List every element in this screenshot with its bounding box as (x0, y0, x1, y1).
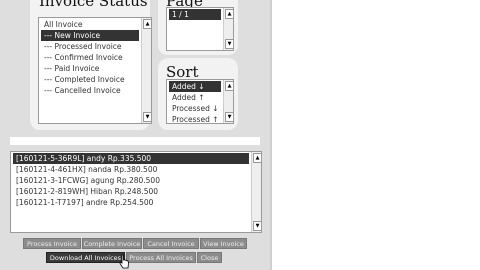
page-listbox[interactable]: ▲ ▼ 1 / 1 (166, 7, 234, 51)
status-list-item[interactable]: --- Completed Invoice (41, 74, 139, 85)
page-list-scrollbar[interactable]: ▲ ▼ (223, 8, 233, 50)
invoice-list-item[interactable]: [160121-3-1FCWG] agung Rp.280.500 (13, 175, 249, 186)
separator-bar (10, 137, 260, 145)
invoice-list-item[interactable]: [160121-1-T7197] andre Rp.254.500 (13, 197, 249, 208)
invoice-list-item[interactable]: [160121-4-461HX] nanda Rp.380.500 (13, 164, 249, 175)
scroll-down-arrow-icon[interactable]: ▼ (225, 112, 233, 122)
status-list-item[interactable]: --- Paid Invoice (41, 63, 139, 74)
scroll-down-arrow-icon[interactable]: ▼ (253, 221, 261, 231)
sort-list-item[interactable]: Processed ↓ (169, 103, 221, 114)
process-all-invoices-button[interactable]: Process All Invoices (126, 252, 196, 263)
invoice-listbox[interactable]: ▲ ▼ [160121-5-36R9L] andy Rp.335.500 [160… (10, 151, 262, 233)
invoice-list-item[interactable]: [160121-5-36R9L] andy Rp.335.500 (13, 153, 249, 164)
close-button[interactable]: Close (197, 252, 222, 263)
sort-listbox[interactable]: ▲ ▼ Added ↓ Added ↑ Processed ↓ Processed ↑ (166, 79, 234, 124)
status-list-scrollbar[interactable]: ▲ ▼ (141, 18, 151, 123)
status-list-item[interactable]: --- Processed Invoice (41, 41, 139, 52)
scroll-up-arrow-icon[interactable]: ▲ (253, 153, 261, 163)
status-list-item[interactable]: --- Cancelled Invoice (41, 85, 139, 96)
panel-border (270, 0, 272, 270)
invoice-status-listbox[interactable]: ▲ ▼ All Invoice --- New Invoice --- Proces… (38, 17, 152, 124)
view-invoice-button[interactable]: View Invoice (200, 238, 247, 249)
sort-list-item[interactable]: Added ↑ (169, 92, 221, 103)
sort-list-item[interactable]: Added ↓ (169, 81, 221, 92)
invoice-manager-panel: Invoice Status ▲ ▼ All Invoice --- New In… (0, 0, 272, 270)
scroll-up-arrow-icon[interactable]: ▲ (225, 81, 233, 91)
invoice-status-heading: Invoice Status (39, 0, 148, 10)
scroll-down-arrow-icon[interactable]: ▼ (143, 112, 151, 122)
complete-invoice-button[interactable]: Complete Invoice (82, 238, 142, 249)
scroll-up-arrow-icon[interactable]: ▲ (143, 19, 151, 29)
invoice-list-scrollbar[interactable]: ▲ ▼ (251, 152, 261, 232)
sort-list-scrollbar[interactable]: ▲ ▼ (223, 80, 233, 123)
status-list-item[interactable]: All Invoice (41, 19, 139, 30)
page-list-item[interactable]: 1 / 1 (169, 9, 221, 20)
sort-list-item[interactable]: Processed ↑ (169, 114, 221, 123)
invoice-list-item[interactable]: [160121-2-819WH] Hiban Rp.248.500 (13, 186, 249, 197)
download-all-invoices-button[interactable]: Download All Invoices (46, 252, 125, 263)
scroll-up-arrow-icon[interactable]: ▲ (225, 9, 233, 19)
hand-pointer-icon (119, 254, 129, 269)
scroll-down-arrow-icon[interactable]: ▼ (225, 39, 233, 49)
cancel-invoice-button[interactable]: Cancel Invoice (143, 238, 199, 249)
status-list-item[interactable]: --- Confirmed Invoice (41, 52, 139, 63)
process-invoice-button[interactable]: Process Invoice (23, 238, 81, 249)
status-list-item[interactable]: --- New Invoice (41, 30, 139, 41)
